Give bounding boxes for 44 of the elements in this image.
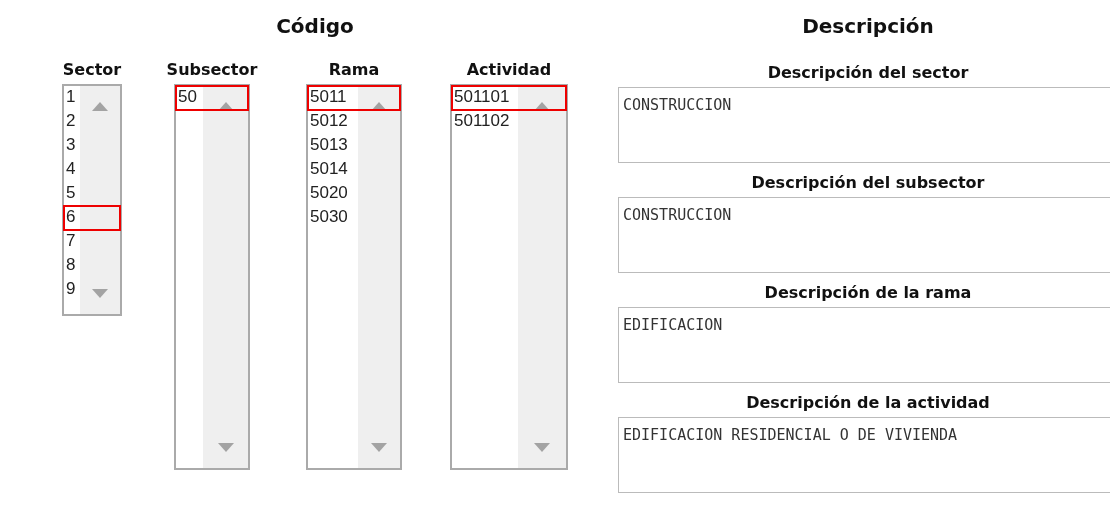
column-label: Sector [62,60,122,80]
list-item[interactable]: 9 [64,278,120,302]
list-item[interactable]: 1 [64,86,120,110]
list-item[interactable]: 5014 [308,158,400,182]
list-item[interactable]: 5013 [308,134,400,158]
text-area[interactable]: EDIFICACION [618,307,1110,383]
list-item[interactable]: 5020 [308,182,400,206]
list-item[interactable]: 6 [64,206,120,230]
scroll-down-icon[interactable] [371,443,387,452]
list-box[interactable]: 5011 5012 5013 5014 5020 5030 [306,84,402,470]
list-item[interactable]: 7 [64,230,120,254]
list-item[interactable]: 5012 [308,110,400,134]
list-item[interactable]: 50 [176,86,248,110]
list-box[interactable]: 1 2 3 4 5 6 7 8 9 [62,84,122,316]
list-box[interactable]: 501101 501102 [450,84,568,470]
list-item[interactable]: 2 [64,110,120,134]
column-label: Subsector [166,60,258,80]
list-item[interactable]: 5011 [308,86,400,110]
field-label: Descripción de la actividad [745,393,991,412]
list-item[interactable]: 5030 [308,206,400,230]
list-item[interactable]: 3 [64,134,120,158]
scroll-down-icon[interactable] [92,289,108,298]
list-item[interactable]: 501101 [452,86,566,110]
column-label: Rama [328,60,380,80]
scroll-up-icon[interactable] [371,102,387,111]
scroll-down-icon[interactable] [217,443,234,452]
field-label: Descripción del subsector [750,173,986,192]
list-item[interactable]: 5 [64,182,120,206]
section-heading: Descripción [801,14,935,38]
list-item[interactable]: 8 [64,254,120,278]
text-area[interactable]: EDIFICACION RESIDENCIAL O DE VIVIENDA [618,417,1110,493]
scroll-down-icon[interactable] [534,443,550,452]
scroll-up-icon[interactable] [534,102,550,111]
column-label: Actividad [466,60,552,80]
text-area[interactable]: CONSTRUCCION [618,87,1110,163]
field-label: Descripción de la rama [763,283,973,302]
scroll-up-icon[interactable] [217,102,234,111]
list-item[interactable]: 4 [64,158,120,182]
scroll-up-icon[interactable] [92,102,108,111]
text-area[interactable]: CONSTRUCCION [618,197,1110,273]
field-label: Descripción del sector [766,63,970,82]
section-heading: Código [275,14,355,38]
list-box[interactable]: 50 [174,84,250,470]
list-item[interactable]: 501102 [452,110,566,134]
